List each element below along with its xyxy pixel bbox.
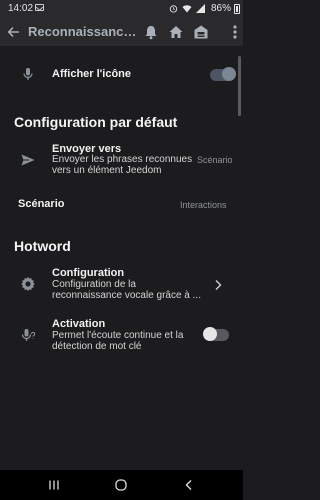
- configuration-title: Configuration: [52, 267, 125, 279]
- scrollbar[interactable]: [238, 56, 241, 116]
- bell-icon[interactable]: [143, 24, 159, 40]
- configuration-subtitle-line2: reconnaissance vocale grâce à ...: [52, 290, 201, 301]
- activation-toggle[interactable]: [203, 327, 229, 341]
- microphone-icon: [23, 68, 33, 80]
- battery-icon: [234, 4, 240, 14]
- status-bar: 14:02 86%: [0, 0, 243, 18]
- show-icon-toggle[interactable]: [210, 67, 236, 81]
- scenario-value: Interactions: [180, 200, 227, 210]
- toggle-knob: [222, 67, 236, 81]
- send-icon: [21, 154, 35, 166]
- toggle-knob: [203, 327, 217, 341]
- show-icon-label: Afficher l'icône: [52, 68, 132, 80]
- microphone-question-icon: [21, 329, 36, 341]
- section-title-hotword: Hotword: [14, 238, 71, 254]
- more-vertical-icon[interactable]: [230, 24, 240, 40]
- activation-title: Activation: [52, 318, 106, 330]
- app-bar: Reconnaissance v...: [0, 18, 243, 46]
- alarm-icon: [169, 5, 178, 13]
- system-nav-bar: [0, 470, 243, 500]
- signal-icon: [196, 4, 205, 13]
- mail-icon: [35, 4, 44, 11]
- gear-icon: [21, 277, 35, 291]
- send-to-subtitle-line2: vers un élément Jeedom: [52, 165, 162, 176]
- battery-percent: 86%: [210, 3, 231, 14]
- send-to-value: Scénario: [197, 155, 233, 165]
- building-icon[interactable]: [193, 24, 209, 40]
- section-title-default: Configuration par défaut: [14, 114, 178, 130]
- status-icons: [169, 4, 205, 13]
- activation-subtitle-line2: détection de mot clé: [52, 341, 142, 352]
- home-icon[interactable]: [168, 24, 184, 40]
- wifi-icon: [182, 5, 192, 13]
- recent-apps-icon[interactable]: [47, 478, 61, 492]
- chevron-right-icon: [215, 280, 222, 290]
- page-title: Reconnaissance v...: [28, 24, 142, 39]
- back-chevron-icon[interactable]: [182, 478, 196, 492]
- home-circle-icon[interactable]: [114, 478, 128, 492]
- scenario-label: Scénario: [18, 198, 65, 210]
- status-time: 14:02: [8, 3, 34, 14]
- arrow-left-icon[interactable]: [6, 25, 20, 39]
